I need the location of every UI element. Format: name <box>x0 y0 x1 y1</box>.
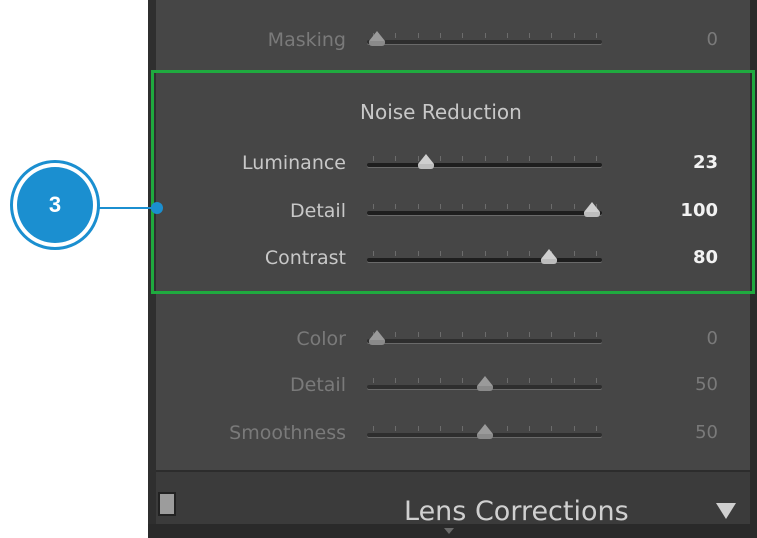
slider-tick <box>462 33 464 38</box>
slider-tick <box>373 426 374 431</box>
smoothness-label: Smoothness <box>229 422 346 444</box>
lens-corrections-title[interactable]: Lens Corrections <box>404 496 629 527</box>
callout-dot <box>151 202 163 214</box>
slider-tick <box>529 332 531 337</box>
slider-tick <box>484 33 486 38</box>
slider-tick <box>529 33 531 38</box>
slider-tick <box>529 426 531 431</box>
callout-number: 3 <box>17 167 93 243</box>
slider-track <box>367 40 602 44</box>
slider-tick <box>417 426 419 431</box>
slider-tick <box>506 426 508 431</box>
slider-tick <box>484 332 486 337</box>
slider-tick <box>573 332 575 337</box>
color-detail-row: Detail 50 <box>148 370 748 400</box>
slider-tick <box>596 33 597 38</box>
color-row: Color 0 <box>148 324 748 354</box>
slider-tick <box>395 332 397 337</box>
slider-tick <box>506 378 508 383</box>
slider-tick <box>551 426 553 431</box>
masking-value[interactable]: 0 <box>668 25 718 55</box>
slider-tick <box>439 332 441 337</box>
slider-tick <box>551 378 553 383</box>
slider-tick <box>417 33 419 38</box>
lens-corrections-toggle[interactable] <box>158 492 176 516</box>
masking-slider[interactable] <box>363 25 606 55</box>
slider-tick <box>506 332 508 337</box>
color-slider[interactable] <box>363 324 606 354</box>
slider-tick <box>506 33 508 38</box>
slider-tick <box>573 33 575 38</box>
color-detail-label: Detail <box>290 374 346 396</box>
slider-tick <box>395 378 397 383</box>
slider-tick <box>462 426 464 431</box>
smoothness-row: Smoothness 50 <box>148 418 748 448</box>
color-label: Color <box>296 328 346 350</box>
masking-label: Masking <box>267 29 346 51</box>
color-detail-slider[interactable] <box>363 370 606 400</box>
slider-tick <box>395 426 397 431</box>
scroll-down-icon[interactable] <box>444 528 454 534</box>
color-detail-value[interactable]: 50 <box>668 370 718 400</box>
slider-ticks <box>373 33 597 39</box>
slider-tick <box>417 378 419 383</box>
slider-tick <box>596 378 597 383</box>
smoothness-slider[interactable] <box>363 418 606 448</box>
slider-tick <box>596 426 597 431</box>
slider-tick <box>439 378 441 383</box>
slider-tick <box>439 33 441 38</box>
slider-tick <box>395 33 397 38</box>
color-value[interactable]: 0 <box>668 324 718 354</box>
slider-track <box>367 339 602 343</box>
slider-tick <box>417 332 419 337</box>
slider-tick <box>462 378 464 383</box>
slider-tick <box>462 332 464 337</box>
triangle-down-icon[interactable] <box>716 503 736 519</box>
smoothness-value[interactable]: 50 <box>668 418 718 448</box>
slider-tick <box>596 332 597 337</box>
callout-connector <box>95 207 157 209</box>
slider-ticks <box>373 332 597 338</box>
slider-tick <box>573 378 575 383</box>
slider-tick <box>439 426 441 431</box>
noise-reduction-highlight <box>151 70 755 294</box>
masking-row: Masking 0 <box>148 25 748 55</box>
slider-tick <box>373 378 374 383</box>
slider-tick <box>551 332 553 337</box>
slider-tick <box>529 378 531 383</box>
slider-tick <box>551 33 553 38</box>
slider-tick <box>573 426 575 431</box>
